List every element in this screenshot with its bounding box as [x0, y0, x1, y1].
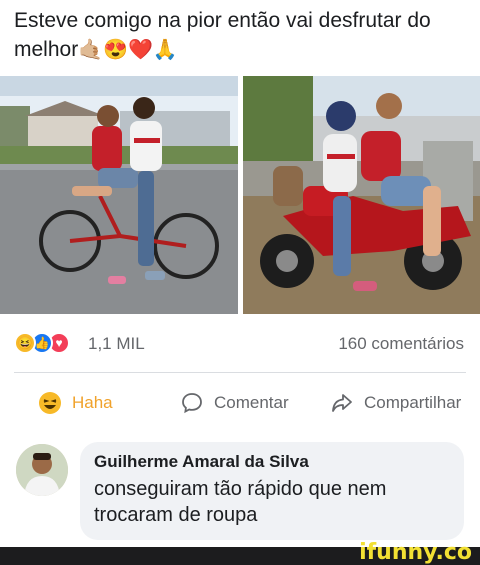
comment-text: conseguiram tão rápido que nem trocaram … — [94, 478, 387, 526]
comment-item: Guilherme Amaral da Silva conseguiram tã… — [0, 442, 480, 546]
comment-author[interactable]: Guilherme Amaral da Silva — [94, 452, 450, 472]
share-icon — [330, 391, 354, 415]
post-caption: Esteve comigo na pior então vai desfruta… — [14, 9, 431, 61]
haha-label: Haha — [72, 393, 113, 412]
haha-icon — [38, 391, 62, 415]
share-button[interactable]: Compartilhar — [330, 384, 461, 422]
ifunny-logo: ifunny.co — [359, 540, 472, 565]
post-text: Esteve comigo na pior então vai desfruta… — [14, 6, 470, 65]
post-emojis: 🤙🏼😍❤️🙏 — [78, 39, 178, 61]
share-label: Compartilhar — [364, 393, 462, 412]
avatar[interactable] — [16, 444, 68, 496]
haha-button[interactable]: Haha — [38, 384, 113, 422]
divider — [14, 372, 466, 373]
reaction-icons[interactable]: 😆 👍 ♥ — [14, 332, 70, 354]
bicycle-photo — [0, 76, 238, 314]
photo-bicycle[interactable] — [0, 76, 238, 314]
comment-button[interactable]: Comentar — [180, 384, 289, 422]
photo-grid — [0, 76, 480, 314]
reactions-bar: 😆 👍 ♥ 1,1 MIL 160 comentários — [0, 330, 480, 356]
comment-bubble: Guilherme Amaral da Silva conseguiram tã… — [80, 442, 464, 540]
haha-icon: 😆 — [14, 332, 36, 354]
comment-count[interactable]: 160 comentários — [338, 334, 464, 354]
watermark-bar: ifunny.co — [0, 540, 480, 565]
action-bar: Haha Comentar Compartilhar — [0, 384, 480, 422]
comment-label: Comentar — [214, 393, 289, 412]
reaction-count[interactable]: 1,1 MIL — [88, 334, 145, 354]
motorcycle-photo — [243, 76, 480, 314]
comment-icon — [180, 391, 204, 415]
photo-motorcycle[interactable] — [243, 76, 480, 314]
